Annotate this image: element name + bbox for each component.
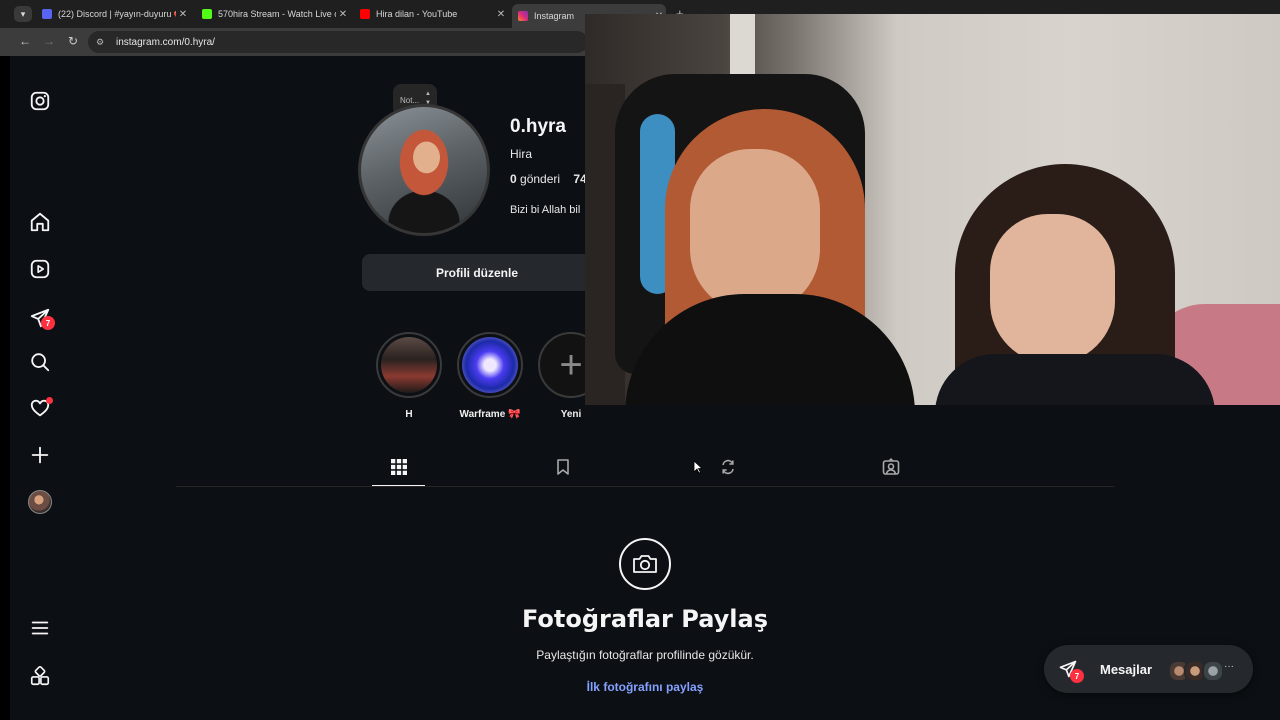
discord-favicon-icon	[42, 9, 52, 19]
notifications-heart-icon[interactable]	[28, 396, 53, 420]
address-bar[interactable]: ⚙ instagram.com/0.hyra/	[88, 31, 588, 53]
highlight-ring	[376, 332, 442, 398]
tab-title: Hira dilan - YouTube	[376, 9, 458, 19]
site-settings-icon[interactable]: ⚙	[96, 37, 108, 48]
webcam-overlay	[585, 14, 1280, 405]
profile-full-name: Hira	[510, 147, 533, 161]
url-text: instagram.com/0.hyra/	[116, 36, 215, 48]
highlight-ring	[457, 332, 523, 398]
plus-icon: +	[559, 343, 583, 387]
instagram-logo-icon[interactable]	[28, 89, 52, 113]
youtube-favicon-icon	[360, 9, 370, 19]
messages-pill-label: Mesajlar	[1100, 662, 1153, 677]
tab-title: 570hira Stream - Watch Live on	[218, 9, 336, 19]
tabs-divider	[176, 486, 1114, 487]
search-icon[interactable]	[28, 350, 52, 374]
more-dots-icon: ···	[1224, 661, 1234, 672]
notification-dot	[46, 397, 53, 404]
home-icon[interactable]	[28, 210, 52, 234]
instagram-favicon-icon	[518, 11, 528, 21]
tab-close-icon[interactable]: ✕	[176, 9, 190, 20]
saved-bookmark-icon[interactable]	[552, 456, 574, 478]
kick-favicon-icon	[202, 9, 212, 19]
tab-title: (22) Discord | #yayın-duyuru 📢	[58, 8, 176, 19]
highlight-cover	[462, 337, 518, 393]
highlight-cover	[381, 337, 437, 393]
highlight-label: H	[405, 409, 413, 420]
note-text: Not...	[400, 95, 420, 105]
posts-grid-icon[interactable]	[388, 456, 410, 478]
posts-count: 0	[510, 172, 517, 186]
highlight-item[interactable]: Warframe 🎀	[455, 332, 525, 420]
mouse-cursor-icon	[693, 460, 703, 474]
back-arrow-icon[interactable]: ←	[17, 34, 33, 48]
tagged-icon[interactable]	[880, 456, 902, 478]
messages-icon[interactable]: 7	[28, 306, 55, 330]
messages-pill-button[interactable]: 7 Mesajlar ···	[1044, 645, 1253, 693]
contact-avatar	[1202, 660, 1224, 682]
profile-avatar[interactable]	[28, 490, 52, 514]
profile-username: 0.hyra	[510, 116, 566, 137]
posts-label: gönderi	[520, 172, 561, 186]
forward-arrow-icon[interactable]: →	[41, 34, 57, 48]
highlight-item[interactable]: H	[374, 332, 444, 420]
highlight-label: Yeni	[560, 409, 582, 420]
tab-close-icon[interactable]: ✕	[336, 9, 350, 20]
profile-stats: 0 gönderi 74	[510, 172, 587, 186]
edit-profile-button[interactable]: Profili düzenle	[362, 254, 592, 291]
reload-icon[interactable]: ↻	[65, 34, 81, 48]
empty-state-title: Fotoğraflar Paylaş	[521, 605, 768, 633]
browser-tab-discord[interactable]: (22) Discord | #yayın-duyuru 📢 ✕	[36, 4, 190, 24]
browser-tab-kick[interactable]: 570hira Stream - Watch Live on ✕	[196, 4, 350, 24]
profile-bio: Bizi bi Allah bil	[510, 204, 581, 216]
browser-tab-youtube[interactable]: Hira dilan - YouTube ✕	[354, 4, 508, 24]
create-plus-icon[interactable]	[28, 443, 52, 467]
tab-search-dropdown-icon[interactable]: ▾	[14, 6, 32, 22]
camera-icon	[619, 538, 671, 590]
tab-close-icon[interactable]: ✕	[494, 9, 508, 20]
highlight-label: Warframe 🎀	[459, 409, 521, 420]
messages-badge: 7	[41, 316, 55, 330]
reels-icon[interactable]	[28, 257, 52, 281]
profile-picture[interactable]	[358, 104, 490, 236]
messages-pill-badge: 7	[1070, 669, 1084, 683]
reposts-icon[interactable]	[717, 456, 739, 478]
